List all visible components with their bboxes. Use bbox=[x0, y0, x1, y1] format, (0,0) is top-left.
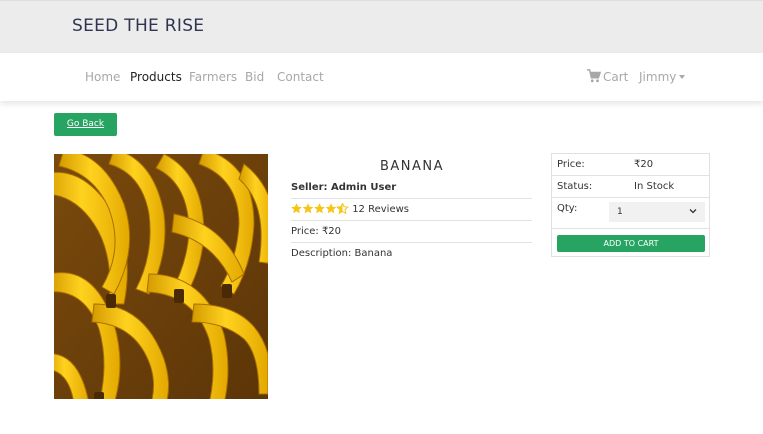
banana-image bbox=[54, 154, 268, 399]
product-rating: 12 Reviews bbox=[291, 200, 532, 221]
qty-value: 1 bbox=[617, 207, 623, 217]
product-seller: Seller: Admin User bbox=[291, 182, 532, 199]
top-header: SEED THE RISE bbox=[0, 0, 763, 53]
nav-farmers[interactable]: Farmers bbox=[189, 70, 237, 84]
qty-select[interactable]: 1 bbox=[609, 202, 705, 222]
main-navbar: Home Products Farmers Bid Contact Cart J… bbox=[0, 53, 763, 101]
user-menu[interactable]: Jimmy bbox=[639, 70, 686, 84]
nav-home[interactable]: Home bbox=[85, 70, 120, 84]
card-status-label: Status: bbox=[557, 181, 593, 192]
card-status-row: Status: In Stock bbox=[552, 176, 709, 198]
card-price-value: ₹20 bbox=[634, 159, 654, 170]
brand-logo-text[interactable]: SEED THE RISE bbox=[72, 16, 204, 36]
product-title: BANANA bbox=[380, 159, 445, 174]
go-back-button[interactable]: Go Back bbox=[54, 113, 117, 136]
card-price-row: Price: ₹20 bbox=[552, 154, 709, 176]
card-status-value: In Stock bbox=[634, 181, 675, 192]
card-qty-row: Qty: 1 bbox=[552, 198, 709, 229]
card-qty-label: Qty: bbox=[557, 203, 578, 214]
review-count[interactable]: 12 Reviews bbox=[352, 204, 409, 215]
rating-stars-icon bbox=[291, 203, 349, 214]
caret-down-icon bbox=[679, 75, 686, 79]
product-price: Price: ₹20 bbox=[291, 222, 532, 243]
nav-bid[interactable]: Bid bbox=[245, 70, 264, 84]
nav-contact[interactable]: Contact bbox=[277, 70, 324, 84]
nav-cart[interactable]: Cart bbox=[603, 70, 628, 84]
chevron-down-icon bbox=[689, 209, 697, 214]
purchase-card: Price: ₹20 Status: In Stock Qty: 1 ADD T… bbox=[551, 153, 710, 257]
card-price-label: Price: bbox=[557, 159, 585, 170]
nav-products[interactable]: Products bbox=[130, 70, 182, 84]
product-description: Description: Banana bbox=[291, 248, 393, 259]
cart-icon[interactable] bbox=[587, 69, 601, 83]
product-image bbox=[54, 154, 268, 399]
add-to-cart-button[interactable]: ADD TO CART bbox=[557, 235, 705, 252]
user-name: Jimmy bbox=[639, 70, 677, 84]
